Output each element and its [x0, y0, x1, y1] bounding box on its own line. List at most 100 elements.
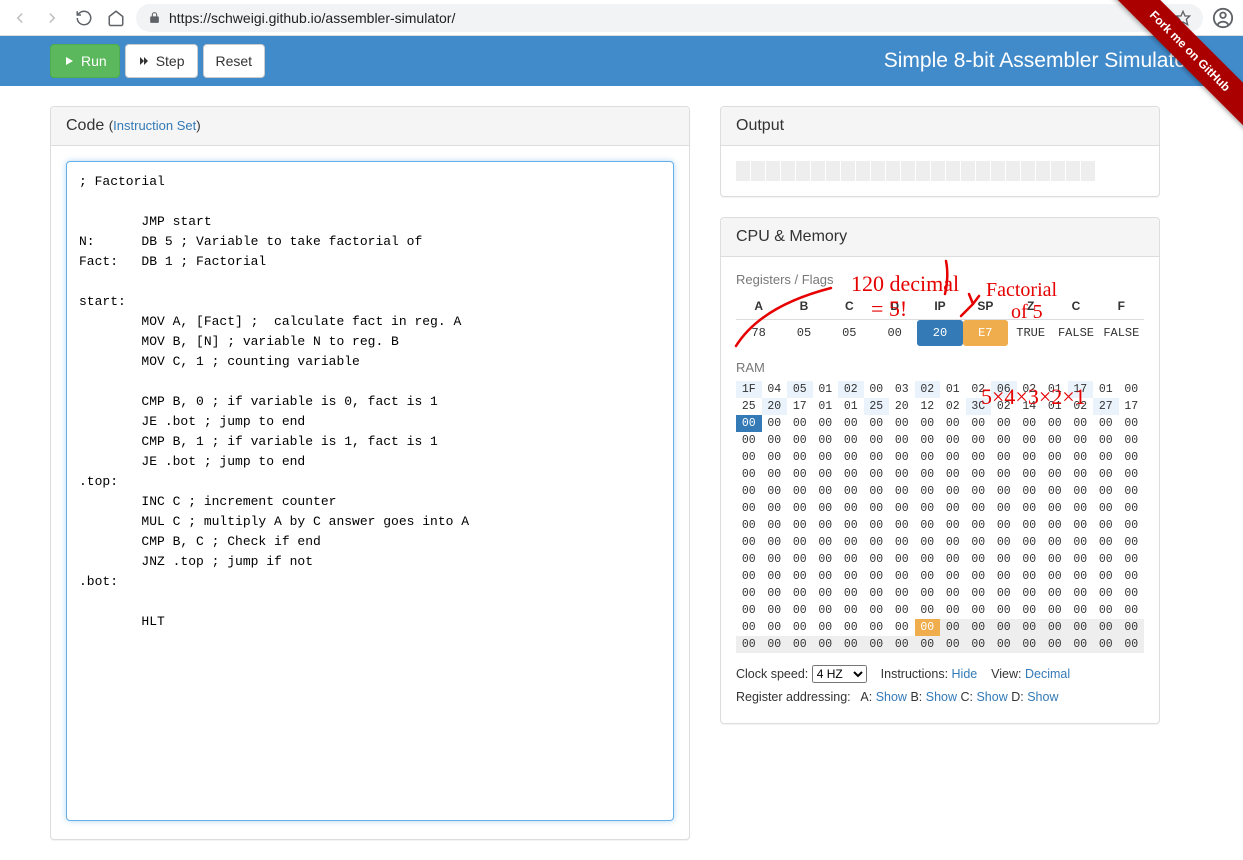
ram-cell[interactable]: 00 — [1093, 500, 1119, 517]
ram-cell[interactable]: 00 — [838, 585, 864, 602]
ram-cell[interactable]: 00 — [762, 619, 788, 636]
ram-cell[interactable]: 00 — [787, 551, 813, 568]
ram-cell[interactable]: 00 — [1093, 466, 1119, 483]
ram-cell[interactable]: 00 — [915, 483, 941, 500]
ram-cell[interactable]: 00 — [1017, 534, 1043, 551]
ram-cell[interactable]: 00 — [966, 551, 992, 568]
profile-icon[interactable] — [1211, 6, 1235, 30]
ram-cell[interactable]: 00 — [991, 483, 1017, 500]
ram-cell[interactable]: 27 — [1093, 398, 1119, 415]
ram-cell[interactable]: 00 — [813, 483, 839, 500]
ram-cell[interactable]: 00 — [889, 551, 915, 568]
ram-cell[interactable]: 00 — [1068, 517, 1094, 534]
ram-cell[interactable]: 00 — [966, 602, 992, 619]
ram-cell[interactable]: 00 — [1017, 585, 1043, 602]
address-bar[interactable]: https://schweigi.github.io/assembler-sim… — [136, 4, 1203, 32]
ram-cell[interactable]: 00 — [915, 449, 941, 466]
ram-cell[interactable]: 00 — [1068, 500, 1094, 517]
ram-cell[interactable]: 00 — [813, 432, 839, 449]
step-button[interactable]: Step — [125, 44, 198, 78]
ram-cell[interactable]: 02 — [991, 398, 1017, 415]
ram-cell[interactable]: 00 — [966, 466, 992, 483]
back-button[interactable] — [8, 6, 32, 30]
ram-cell[interactable]: 01 — [1042, 398, 1068, 415]
ram-cell[interactable]: 02 — [838, 381, 864, 398]
ram-cell[interactable]: 00 — [889, 432, 915, 449]
ram-cell[interactable]: 00 — [813, 619, 839, 636]
ram-cell[interactable]: 00 — [736, 619, 762, 636]
ram-cell[interactable]: 00 — [762, 432, 788, 449]
ram-cell[interactable]: 00 — [762, 449, 788, 466]
ram-cell[interactable]: 01 — [1093, 381, 1119, 398]
ram-cell[interactable]: 00 — [1068, 568, 1094, 585]
ram-cell[interactable]: 00 — [991, 449, 1017, 466]
ram-cell[interactable]: 00 — [991, 619, 1017, 636]
ram-cell[interactable]: 00 — [1068, 483, 1094, 500]
ram-cell[interactable]: 00 — [1119, 381, 1145, 398]
ram-cell[interactable]: 00 — [966, 483, 992, 500]
ram-cell[interactable]: 00 — [889, 619, 915, 636]
ram-cell[interactable]: 00 — [966, 500, 992, 517]
ram-cell[interactable]: 01 — [813, 381, 839, 398]
reg-addr-toggle[interactable]: Show — [876, 690, 907, 704]
ram-cell[interactable]: 00 — [940, 466, 966, 483]
ram-cell[interactable]: 00 — [1119, 585, 1145, 602]
ram-cell[interactable]: 00 — [838, 517, 864, 534]
ram-cell[interactable]: 00 — [1119, 534, 1145, 551]
ram-cell[interactable]: 00 — [1017, 466, 1043, 483]
ram-cell[interactable]: 00 — [787, 432, 813, 449]
ram-cell[interactable]: 00 — [864, 415, 890, 432]
instructions-toggle[interactable]: Hide — [952, 667, 978, 681]
ram-cell[interactable]: 00 — [889, 585, 915, 602]
ram-cell[interactable]: 01 — [940, 381, 966, 398]
reg-addr-toggle[interactable]: Show — [926, 690, 957, 704]
ram-cell[interactable]: 00 — [813, 500, 839, 517]
ram-cell[interactable]: 00 — [813, 466, 839, 483]
ram-cell[interactable]: 00 — [864, 602, 890, 619]
ram-cell[interactable]: 00 — [736, 483, 762, 500]
ram-cell[interactable]: 00 — [889, 636, 915, 653]
ram-cell[interactable]: 00 — [940, 415, 966, 432]
ram-cell[interactable]: 05 — [787, 381, 813, 398]
ram-cell[interactable]: 00 — [1093, 449, 1119, 466]
ram-cell[interactable]: 00 — [787, 415, 813, 432]
ram-cell[interactable]: 00 — [1042, 449, 1068, 466]
ram-cell[interactable]: 00 — [1068, 534, 1094, 551]
ram-cell[interactable]: 03 — [889, 381, 915, 398]
ram-cell[interactable]: 17 — [1119, 398, 1145, 415]
ram-cell[interactable]: 00 — [864, 585, 890, 602]
ram-cell[interactable]: 00 — [762, 466, 788, 483]
ram-cell[interactable]: 00 — [787, 466, 813, 483]
ram-cell[interactable]: 02 — [1017, 381, 1043, 398]
ram-cell[interactable]: 00 — [1093, 551, 1119, 568]
ram-cell[interactable]: 00 — [966, 534, 992, 551]
ram-cell[interactable]: 20 — [889, 398, 915, 415]
ram-cell[interactable]: 00 — [966, 619, 992, 636]
ram-cell[interactable]: 00 — [838, 602, 864, 619]
ram-cell[interactable]: 00 — [736, 432, 762, 449]
ram-cell[interactable]: 00 — [915, 636, 941, 653]
ram-cell[interactable]: 00 — [889, 500, 915, 517]
ram-cell[interactable]: 00 — [1093, 517, 1119, 534]
ram-cell[interactable]: 00 — [991, 585, 1017, 602]
ram-cell[interactable]: 00 — [889, 534, 915, 551]
ram-cell[interactable]: 00 — [1119, 483, 1145, 500]
ram-cell[interactable]: 00 — [864, 432, 890, 449]
ram-cell[interactable]: 00 — [991, 568, 1017, 585]
ram-cell[interactable]: 00 — [889, 568, 915, 585]
ram-cell[interactable]: 00 — [966, 517, 992, 534]
ram-cell[interactable]: 06 — [991, 381, 1017, 398]
ram-cell[interactable]: 00 — [991, 551, 1017, 568]
ram-cell[interactable]: 00 — [1017, 568, 1043, 585]
ram-cell[interactable]: 14 — [1017, 398, 1043, 415]
ram-cell[interactable]: 00 — [787, 449, 813, 466]
ram-cell[interactable]: 00 — [1119, 517, 1145, 534]
ram-cell[interactable]: 00 — [736, 585, 762, 602]
ram-cell[interactable]: 00 — [915, 466, 941, 483]
ram-cell[interactable]: 00 — [966, 636, 992, 653]
ram-cell[interactable]: 00 — [889, 415, 915, 432]
ram-cell[interactable]: 00 — [1093, 602, 1119, 619]
ram-cell[interactable]: 00 — [991, 415, 1017, 432]
ram-cell[interactable]: 00 — [991, 534, 1017, 551]
ram-cell[interactable]: 00 — [1068, 619, 1094, 636]
